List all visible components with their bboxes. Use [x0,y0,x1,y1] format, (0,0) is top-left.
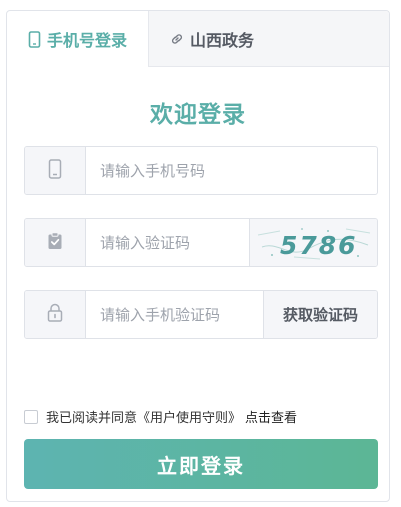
get-code-button[interactable]: 获取验证码 [263,291,377,338]
tab-phone-login-label: 手机号登录 [47,31,128,50]
user-guide-link[interactable]: 《用户使用守则》 [137,407,241,426]
captcha-field-icon-box [25,219,86,266]
sms-code-input[interactable] [86,291,266,338]
agreement-text: 我已阅读并同意 [46,411,138,426]
phone-icon [28,30,41,48]
phone-input[interactable] [86,147,376,194]
captcha-image[interactable]: 5786 [249,219,377,266]
phone-icon [48,158,62,183]
page-title: 欢迎登录 [150,102,246,128]
clipboard-icon [47,231,63,254]
agreement-row: 我已阅读并同意 《用户使用守则》 点击查看 [24,407,297,426]
captcha-code-text: 5786 [280,231,358,260]
login-tabs: 手机号登录 山西政务 [7,11,389,67]
link-icon [170,32,184,46]
sms-field-icon-box [25,291,86,338]
tab-shanxi-gov[interactable]: 山西政务 [170,11,254,66]
captcha-field: 5786 [24,218,378,267]
agreement-checkbox[interactable] [24,409,38,424]
tab-shanxi-gov-label: 山西政务 [190,30,255,50]
login-button[interactable]: 立即登录 [24,439,378,489]
lock-icon [47,303,63,326]
sms-code-field: 获取验证码 [24,290,378,339]
view-agreement-link[interactable]: 点击查看 [245,407,297,426]
captcha-input[interactable] [86,219,252,266]
phone-field-icon-box [25,147,86,194]
phone-field [24,146,378,195]
login-card: 手机号登录 山西政务 欢迎登录 请输入手机号码 请输入验证码 5786 请输入手… [6,10,390,502]
tab-phone-login[interactable]: 手机号登录 [7,11,149,67]
